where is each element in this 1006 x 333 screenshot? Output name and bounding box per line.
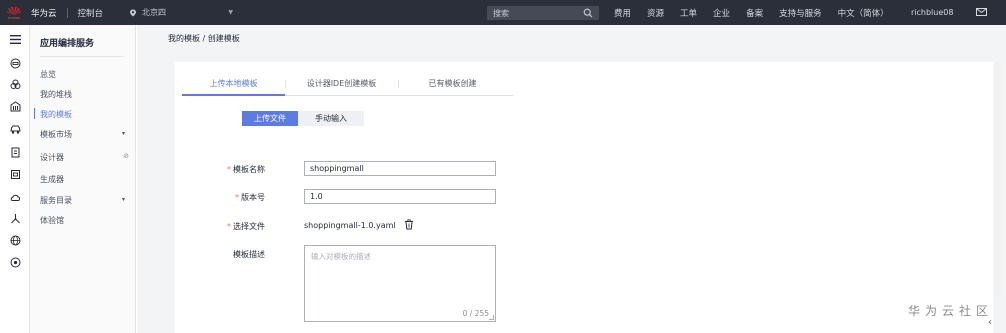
mail-icon[interactable] [976, 7, 987, 17]
external-link-icon: ⊘ [123, 152, 129, 160]
manual-input-button[interactable]: 手动输入 [298, 111, 364, 126]
tab-from-existing[interactable]: 已有模板创建 [399, 78, 506, 89]
version-label: * 版本号 [235, 193, 265, 202]
template-name-input[interactable] [305, 162, 495, 175]
trash-icon[interactable] [404, 219, 414, 230]
huawei-logo[interactable]: HUAWEI [0, 0, 28, 25]
sidebar-item-designer[interactable]: 设计器 [40, 152, 132, 163]
select-file-label: * 选择文件 [227, 222, 265, 231]
required-mark: * [235, 193, 239, 202]
version-input[interactable] [305, 190, 495, 203]
breadcrumb[interactable]: 我的模板 / 创建模板 [168, 33, 240, 44]
nav-resources[interactable]: 资源 [647, 7, 664, 19]
scrollbar[interactable] [995, 63, 1001, 295]
sidebar-item-my-templates[interactable]: 我的模板 [40, 109, 132, 120]
description-field[interactable]: 0 / 255 [304, 245, 496, 322]
sidebar-item-generator[interactable]: 生成器 [40, 174, 132, 185]
required-mark: * [227, 222, 231, 231]
nav-enterprise[interactable]: 企业 [713, 7, 730, 19]
nav-support[interactable]: 支持与服务 [779, 7, 822, 19]
active-indicator [34, 108, 35, 119]
nav-language[interactable]: 中文（简体） [838, 7, 889, 19]
compass-icon[interactable] [8, 255, 22, 269]
search-input[interactable] [487, 8, 579, 18]
global-search[interactable] [487, 6, 599, 20]
sidebar-item-template-market[interactable]: 模板市场 [40, 129, 132, 140]
character-counter: 0 / 255 [462, 309, 489, 318]
nav-fees[interactable]: 费用 [614, 7, 631, 19]
brand-name[interactable]: 华为云 [31, 7, 57, 19]
template-name-field[interactable] [304, 161, 496, 176]
cloud-icon[interactable] [8, 190, 22, 204]
document-icon[interactable] [8, 145, 22, 159]
chevron-down-icon: ▼ [228, 9, 234, 16]
service-sidebar: 应用编排服务 总览 我的堆栈 我的模板 模板市场 ▾ 设计器 ⊘ 生成器 服务目… [30, 25, 136, 333]
top-navigation-bar: HUAWEI 华为云 控制台 北京四 ▼ 费用 资源 工单 企业 备案 支持与服… [0, 0, 1006, 25]
sidebar-item-overview[interactable]: 总览 [40, 69, 132, 80]
region-label: 北京四 [142, 8, 167, 17]
required-mark: * [227, 165, 231, 174]
report-icon[interactable] [8, 167, 22, 181]
nav-filing[interactable]: 备案 [746, 7, 763, 19]
menu-icon[interactable] [8, 32, 22, 46]
input-mode-toggle: 上传文件 手动输入 [242, 111, 364, 126]
nav-tickets[interactable]: 工单 [680, 7, 697, 19]
description-label: 模板描述 [233, 250, 265, 259]
sidebar-item-service-catalog[interactable]: 服务目录 [40, 195, 132, 206]
chevron-down-icon: ▾ [121, 130, 125, 137]
service-title: 应用编排服务 [40, 39, 95, 49]
search-icon[interactable] [583, 8, 593, 18]
logo-text: HUAWEI [7, 15, 21, 20]
version-field[interactable] [304, 189, 496, 204]
sidebar-divider [40, 56, 124, 57]
tab-upload-local[interactable]: 上传本地模板 [182, 78, 285, 89]
template-name-label: * 模板名称 [227, 165, 265, 174]
divider [66, 7, 68, 18]
sidebar-item-experience-center[interactable]: 体验馆 [40, 215, 132, 226]
sidebar-item-my-stacks[interactable]: 我的堆栈 [40, 89, 132, 100]
top-nav-links: 费用 资源 工单 企业 备案 支持与服务 中文（简体） [614, 0, 905, 25]
tab-bar: 上传本地模板 设计器IDE创建模板 已有模板创建 [182, 74, 513, 96]
cloud-server-icon[interactable] [8, 56, 22, 70]
console-link[interactable]: 控制台 [78, 7, 104, 19]
location-pin-icon [130, 9, 137, 16]
globe-icon[interactable] [8, 233, 22, 247]
main-content: 我的模板 / 创建模板 上传本地模板 设计器IDE创建模板 已有模板创建 上传文… [137, 25, 1006, 333]
collapse-arrow-icon[interactable]: ‹ [988, 317, 992, 328]
container-icon[interactable] [8, 77, 22, 91]
selected-file-name: shoppingmall-1.0.yaml [304, 221, 396, 230]
region-selector[interactable]: 北京四 ▼ [129, 0, 233, 25]
user-account[interactable]: richblue08 [911, 0, 953, 25]
resize-handle[interactable] [489, 315, 494, 320]
car-icon[interactable] [8, 122, 22, 136]
service-icon-rail [0, 25, 30, 333]
upload-file-button[interactable]: 上传文件 [242, 111, 298, 126]
chevron-down-icon: ▾ [121, 196, 125, 203]
active-tab-indicator [182, 94, 285, 96]
huawei-flower-icon [7, 6, 21, 15]
tab-designer-ide[interactable]: 设计器IDE创建模板 [286, 78, 397, 89]
network-icon[interactable] [8, 211, 22, 225]
community-watermark: 华为云社区 [908, 304, 994, 318]
create-template-card: 上传本地模板 设计器IDE创建模板 已有模板创建 上传文件 手动输入 * 模板名称… [175, 62, 993, 333]
building-icon[interactable] [8, 99, 22, 113]
